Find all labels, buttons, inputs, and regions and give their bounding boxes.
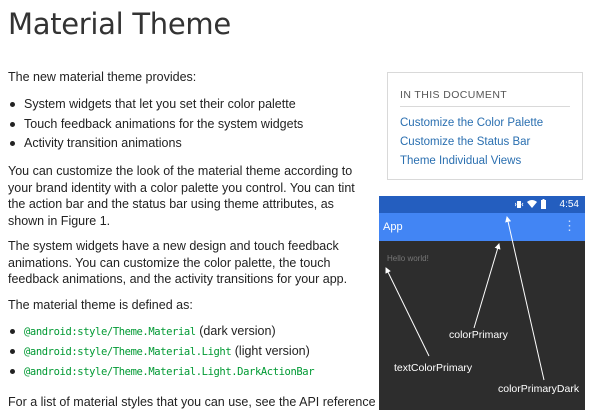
list-item: System widgets that let you set their co…: [8, 96, 303, 116]
annotation-arrows: [385, 216, 545, 381]
theme-code: @android:style/Theme.Material: [24, 326, 196, 338]
toc-heading: IN THIS DOCUMENT: [400, 89, 508, 101]
toc-link-individual-views[interactable]: Theme Individual Views: [400, 155, 521, 167]
list-item: @android:style/Theme.Material (dark vers…: [8, 323, 314, 343]
toc-link-color-palette[interactable]: Customize the Color Palette: [400, 117, 543, 129]
definition-paragraph: The material theme is defined as:: [8, 298, 193, 312]
widgets-paragraph: The system widgets have a new design and…: [8, 239, 348, 286]
list-item: Touch feedback animations for the system…: [8, 116, 303, 136]
theme-list: @android:style/Theme.Material (dark vers…: [8, 323, 315, 383]
list-item: @android:style/Theme.Material.Light (lig…: [8, 343, 314, 363]
customize-paragraph: You can customize the look of the materi…: [8, 164, 355, 228]
toc-link-status-bar[interactable]: Customize the Status Bar: [400, 136, 530, 148]
figure-phone-screenshot: 4:54 App ⋮ Hello world! colorPrimary tex…: [379, 196, 585, 410]
theme-code: @android:style/Theme.Material.Light.Dark…: [24, 366, 315, 378]
toc-divider: [400, 106, 570, 107]
page-title: Material Theme: [8, 7, 231, 41]
theme-note: (light version): [234, 344, 310, 358]
color-primary-dark-label: colorPrimaryDark: [498, 383, 580, 395]
feature-list: System widgets that let you set their co…: [8, 96, 303, 155]
list-item: Activity transition animations: [8, 135, 303, 155]
text-color-primary-label: textColorPrimary: [394, 362, 473, 374]
theme-code: @android:style/Theme.Material.Light: [24, 346, 232, 358]
list-item: @android:style/Theme.Material.Light.Dark…: [8, 363, 315, 383]
reference-paragraph: For a list of material styles that you c…: [8, 395, 376, 409]
table-of-contents: IN THIS DOCUMENT Customize the Color Pal…: [387, 72, 583, 180]
theme-note: (dark version): [199, 324, 276, 338]
color-primary-label: colorPrimary: [449, 329, 508, 341]
intro-paragraph: The new material theme provides:: [8, 70, 197, 84]
